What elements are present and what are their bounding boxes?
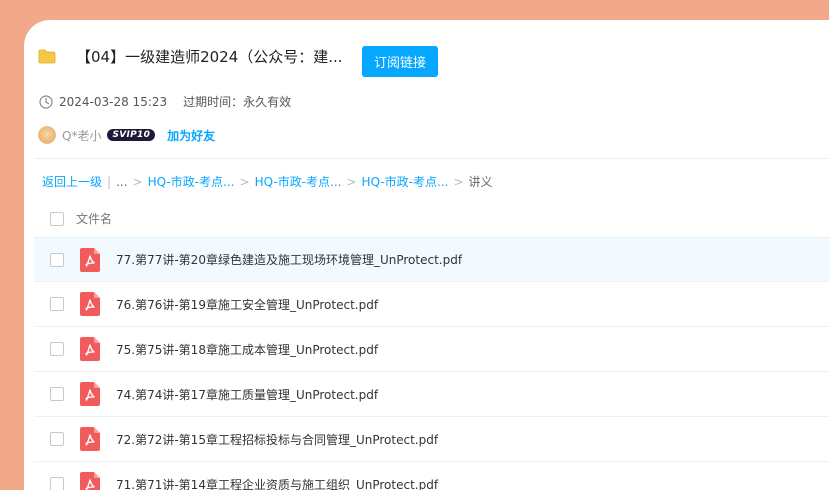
share-datetime: 2024-03-28 15:23 (59, 94, 168, 109)
file-checkbox[interactable] (50, 432, 64, 446)
pdf-file-icon (80, 427, 100, 451)
file-row[interactable]: 75.第75讲-第18章施工成本管理_UnProtect.pdf (34, 327, 829, 372)
breadcrumb-chevron-icon: > (239, 174, 250, 189)
file-checkbox[interactable] (50, 342, 64, 356)
column-header-filename: 文件名 (76, 212, 113, 226)
file-name[interactable]: 75.第75讲-第18章施工成本管理_UnProtect.pdf (116, 341, 378, 358)
file-list-header: 文件名 (50, 210, 112, 227)
breadcrumb-chevron-icon: > (453, 174, 464, 189)
file-name[interactable]: 71.第71讲-第14章工程企业资质与施工组织_UnProtect.pdf (116, 476, 438, 490)
share-meta: 2024-03-28 15:23 过期时间：永久有效 (39, 93, 291, 110)
add-friend-link[interactable]: 加为好友 (167, 127, 215, 144)
breadcrumb-chevron-icon: > (346, 174, 357, 189)
pdf-file-icon (80, 292, 100, 316)
file-row[interactable]: 74.第74讲-第17章施工质量管理_UnProtect.pdf (34, 372, 829, 417)
subscribe-link-button[interactable]: 订阅链接 (362, 46, 438, 77)
file-row[interactable]: 72.第72讲-第15章工程招标投标与合同管理_UnProtect.pdf (34, 417, 829, 462)
pdf-file-icon (80, 247, 100, 272)
pdf-file-icon (80, 382, 100, 406)
sharer-info: Q*老小 SVIP10 加为好友 (38, 126, 215, 144)
file-name[interactable]: 74.第74讲-第17章施工质量管理_UnProtect.pdf (116, 386, 378, 403)
breadcrumb-back-link[interactable]: 返回上一级 (42, 173, 102, 190)
select-all-checkbox[interactable] (50, 211, 64, 226)
share-title: 【04】一级建造师2024（公众号：建... (76, 48, 343, 66)
file-checkbox[interactable] (50, 387, 64, 401)
share-header: 【04】一级建造师2024（公众号：建... (38, 46, 343, 67)
breadcrumb: 返回上一级 | ... > HQ-市政-考点... > HQ-市政-考点... … (42, 173, 493, 190)
breadcrumb-ellipsis[interactable]: ... (116, 175, 127, 189)
pdf-file-icon (80, 472, 100, 490)
file-list: 77.第77讲-第20章绿色建造及施工现场环境管理_UnProtect.pdf … (34, 237, 829, 490)
breadcrumb-item[interactable]: HQ-市政-考点... (148, 173, 235, 190)
breadcrumb-item[interactable]: HQ-市政-考点... (255, 173, 342, 190)
expiry-text: 过期时间：永久有效 (183, 95, 292, 109)
clock-icon (39, 94, 53, 109)
breadcrumb-chevron-icon: > (132, 174, 143, 189)
breadcrumb-separator: | (107, 174, 112, 189)
avatar[interactable] (38, 126, 56, 144)
sharer-name: Q*老小 (62, 128, 102, 143)
file-row[interactable]: 71.第71讲-第14章工程企业资质与施工组织_UnProtect.pdf (34, 462, 829, 490)
file-row[interactable]: 76.第76讲-第19章施工安全管理_UnProtect.pdf (34, 282, 829, 327)
folder-icon (38, 49, 56, 64)
vip-badge: SVIP10 (107, 129, 156, 141)
breadcrumb-item[interactable]: HQ-市政-考点... (362, 173, 449, 190)
file-name[interactable]: 76.第76讲-第19章施工安全管理_UnProtect.pdf (116, 296, 378, 313)
share-card: 【04】一级建造师2024（公众号：建... 订阅链接 2024-03-28 1… (24, 20, 829, 490)
divider (34, 158, 829, 159)
pdf-file-icon (80, 337, 100, 361)
file-name[interactable]: 72.第72讲-第15章工程招标投标与合同管理_UnProtect.pdf (116, 431, 438, 448)
file-row[interactable]: 77.第77讲-第20章绿色建造及施工现场环境管理_UnProtect.pdf (34, 237, 829, 282)
file-checkbox[interactable] (50, 297, 64, 311)
file-checkbox[interactable] (50, 252, 64, 267)
file-name[interactable]: 77.第77讲-第20章绿色建造及施工现场环境管理_UnProtect.pdf (116, 251, 462, 268)
breadcrumb-current: 讲义 (468, 175, 493, 189)
file-checkbox[interactable] (50, 477, 64, 490)
